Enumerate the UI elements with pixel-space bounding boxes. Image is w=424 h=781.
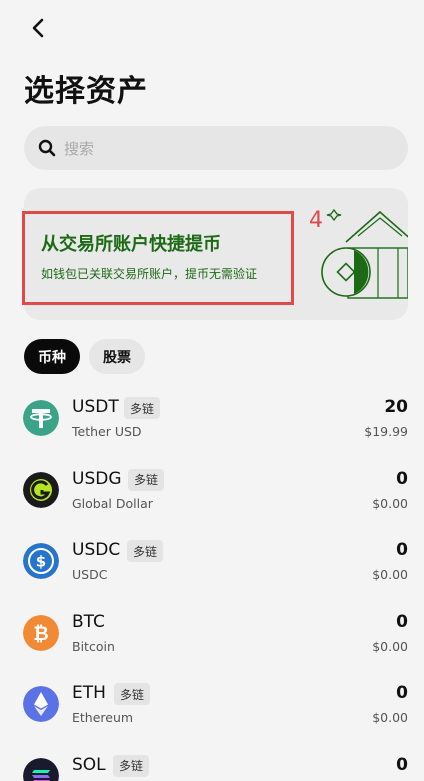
asset-amount: 0 [396,683,408,703]
multichain-badge: 多链 [113,754,150,777]
asset-list: USDT 多链 Tether USD 20 $19.99 USDG 多链 Glo… [0,388,424,781]
asset-row-usdg[interactable]: USDG 多链 Global Dollar 0 $0.00 [0,460,424,532]
asset-symbol: BTC [72,611,105,632]
bitcoin-icon: ₿ [23,614,59,651]
tether-icon [23,400,59,436]
usdg-icon [23,471,59,508]
asset-symbol: ETH [72,683,106,703]
multichain-badge: 多链 [127,540,164,562]
asset-name: Global Dollar [72,495,153,511]
asset-amount: 20 [384,397,408,417]
banner-highlight-box [22,211,294,305]
tab-coins[interactable]: 币种 [24,339,80,374]
svg-text:₿: ₿ [33,623,48,645]
asset-name: USDC [72,567,108,582]
asset-row-usdt[interactable]: USDT 多链 Tether USD 20 $19.99 [0,388,424,460]
banner-subtitle: 如钱包已关联交易所账户，提币无需验证 [41,267,258,281]
ethereum-icon [23,686,59,722]
asset-name: Bitcoin [72,638,115,654]
chevron-left-icon [32,18,44,38]
asset-symbol: USDG [72,468,122,489]
usdc-icon: $ [23,543,59,579]
asset-fiat-value: $19.99 [364,424,408,439]
asset-fiat-value: $0.00 [372,495,408,511]
asset-type-tabs: 币种 股票 [24,339,145,374]
asset-row-sol[interactable]: SOL 多链 0 [0,746,424,781]
multichain-badge: 多链 [114,683,151,705]
asset-amount: 0 [396,540,408,560]
search-input[interactable]: 搜索 [24,126,408,170]
asset-symbol: SOL [72,754,106,775]
search-placeholder: 搜索 [64,139,95,158]
multichain-badge: 多链 [128,468,165,491]
asset-row-eth[interactable]: ETH 多链 Ethereum 0 $0.00 [0,674,424,746]
asset-row-usdc[interactable]: $ USDC 多链 USDC 0 $0.00 [0,531,424,603]
back-button[interactable] [26,14,50,42]
search-icon [38,139,56,157]
asset-row-btc[interactable]: ₿ BTC Bitcoin 0 $0.00 [0,603,424,675]
multichain-badge: 多链 [124,397,161,419]
solana-icon [23,757,59,781]
asset-amount: 0 [396,754,408,775]
asset-symbol: USDT [72,397,119,417]
svg-text:$: $ [36,553,46,571]
asset-symbol: USDC [72,540,121,560]
asset-fiat-value: $0.00 [372,567,408,582]
asset-fiat-value: $0.00 [372,710,408,725]
banner-title: 从交易所账户快捷提币 [41,234,221,255]
tab-stocks[interactable]: 股票 [89,339,145,374]
asset-name: Ethereum [72,710,134,725]
asset-amount: 0 [396,611,408,632]
exchange-illustration-icon [321,208,408,299]
asset-amount: 0 [396,468,408,489]
asset-fiat-value: $0.00 [372,638,408,654]
asset-name: Tether USD [72,424,142,439]
page-title: 选择资产 [24,74,148,109]
